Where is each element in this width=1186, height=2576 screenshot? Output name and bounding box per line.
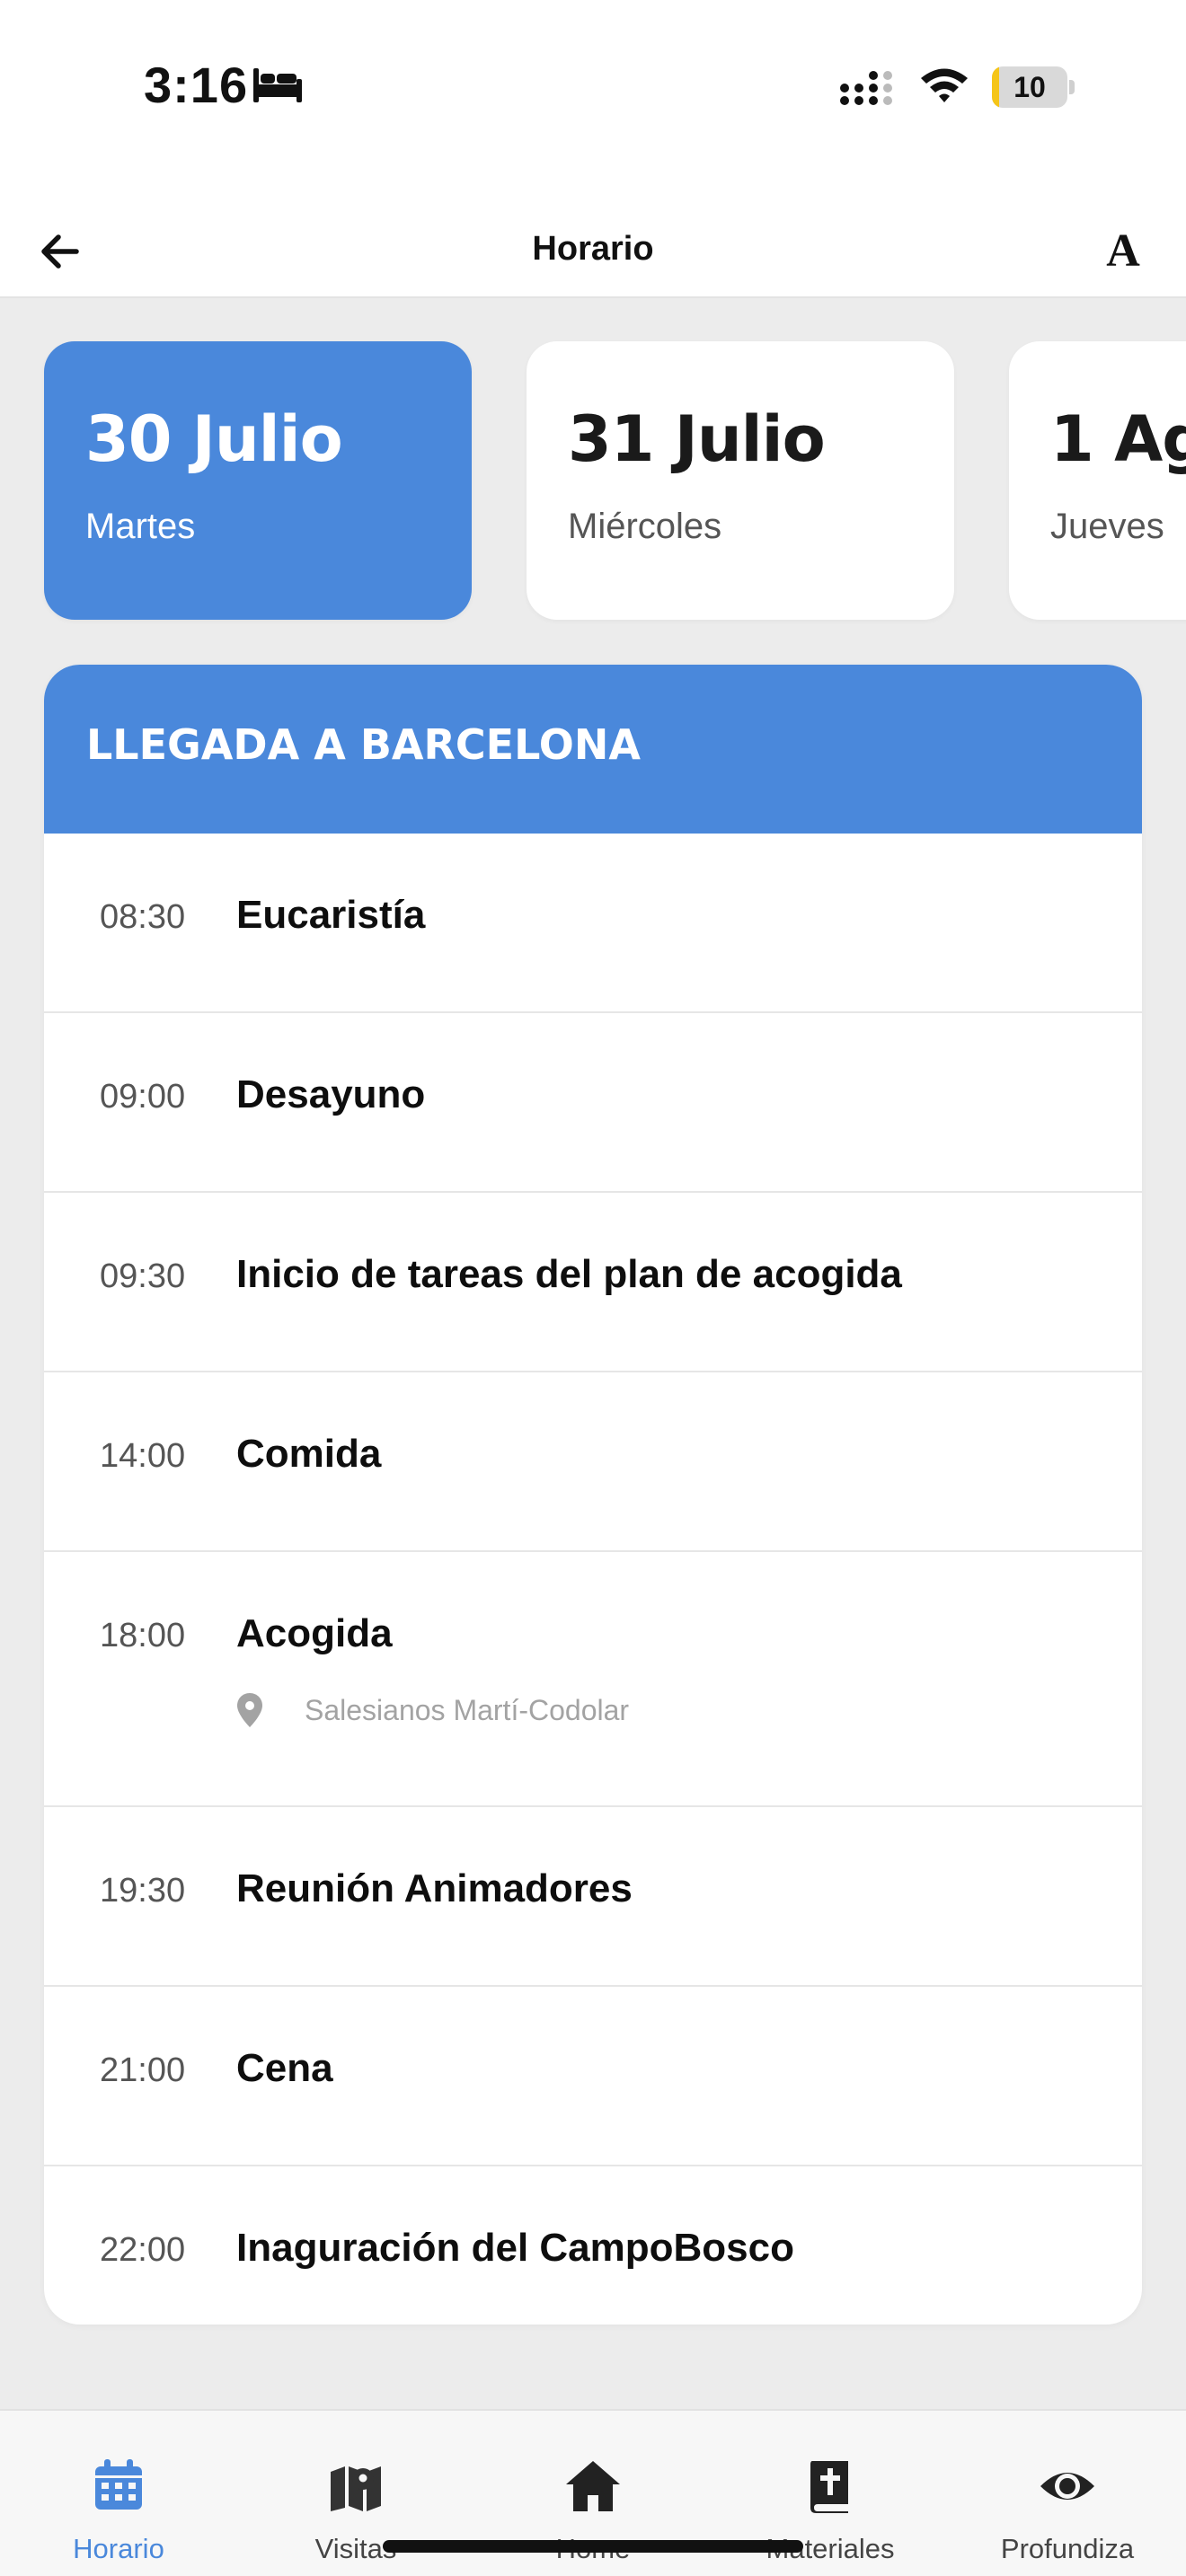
font-size-button[interactable]: A bbox=[1098, 225, 1148, 278]
event-name: Comida bbox=[236, 1432, 382, 1476]
day-weekday: Jueves bbox=[1050, 507, 1164, 546]
nav-label: Horario bbox=[73, 2533, 164, 2564]
event-row[interactable]: 21:00 Cena bbox=[44, 1987, 1142, 2166]
nav-item-profundiza[interactable]: Profundiza bbox=[949, 2411, 1186, 2576]
event-time: 09:30 bbox=[100, 1257, 186, 1295]
event-name: Reunión Animadores bbox=[236, 1866, 633, 1910]
event-row[interactable]: 14:00 Comida bbox=[44, 1372, 1142, 1552]
event-location[interactable]: Salesianos Martí-Codolar bbox=[236, 1690, 629, 1730]
event-time: 09:00 bbox=[100, 1078, 186, 1116]
event-name: Eucaristía bbox=[236, 893, 426, 937]
event-row[interactable]: 09:30 Inicio de tareas del plan de acogi… bbox=[44, 1193, 1142, 1372]
event-time: 08:30 bbox=[100, 898, 186, 936]
wifi-icon bbox=[921, 68, 968, 102]
day-card-1-agosto[interactable]: 1 Agosto Jueves bbox=[1009, 341, 1186, 620]
event-row[interactable]: 08:30 Eucaristía bbox=[44, 834, 1142, 1013]
eye-icon bbox=[1040, 2473, 1094, 2500]
day-weekday: Martes bbox=[85, 507, 196, 546]
bible-icon bbox=[810, 2461, 848, 2513]
day-date: 1 Agosto bbox=[1050, 402, 1186, 476]
day-card-31-julio[interactable]: 31 Julio Miércoles bbox=[527, 341, 954, 620]
nav-item-horario[interactable]: Horario bbox=[0, 2411, 237, 2576]
schedule-title: LLEGADA A BARCELONA bbox=[86, 720, 641, 769]
event-name: Desayuno bbox=[236, 1072, 426, 1116]
day-selector: 30 Julio Martes 31 Julio Miércoles 1 Ago… bbox=[0, 298, 1186, 640]
event-name: Inaguración del CampoBosco bbox=[236, 2226, 794, 2270]
calendar-icon bbox=[95, 2459, 142, 2510]
status-bar: 3:16 10 bbox=[0, 0, 1186, 180]
event-row[interactable]: 18:00 Acogida Salesianos Martí-Codolar bbox=[44, 1552, 1142, 1807]
event-name: Acogida bbox=[236, 1611, 393, 1655]
event-row[interactable]: 09:00 Desayuno bbox=[44, 1013, 1142, 1193]
event-row[interactable]: 22:00 Inaguración del CampoBosco bbox=[44, 2166, 1142, 2325]
map-icon bbox=[331, 2466, 381, 2511]
location-pin-icon bbox=[237, 1693, 262, 1727]
event-row[interactable]: 19:30 Reunión Animadores bbox=[44, 1807, 1142, 1987]
event-time: 18:00 bbox=[100, 1617, 186, 1654]
day-date: 30 Julio bbox=[85, 402, 343, 476]
event-name: Cena bbox=[236, 2046, 333, 2090]
status-time: 3:16 bbox=[144, 57, 249, 113]
battery-level: 10 bbox=[1013, 71, 1046, 103]
day-date: 31 Julio bbox=[568, 402, 826, 476]
event-time: 19:30 bbox=[100, 1872, 186, 1910]
home-icon bbox=[566, 2461, 620, 2511]
event-name: Inicio de tareas del plan de acogida bbox=[236, 1252, 902, 1296]
bed-icon bbox=[253, 68, 302, 102]
signal-icon bbox=[840, 71, 892, 105]
back-button[interactable] bbox=[32, 225, 86, 278]
location-text: Salesianos Martí-Codolar bbox=[305, 1693, 630, 1726]
arrow-left-icon bbox=[41, 234, 79, 269]
schedule-card: LLEGADA A BARCELONA 08:30 Eucaristía 09:… bbox=[44, 665, 1142, 2325]
battery-icon: 10 bbox=[992, 66, 1075, 108]
event-time: 22:00 bbox=[100, 2231, 186, 2269]
page-title: Horario bbox=[532, 230, 654, 268]
day-card-30-julio[interactable]: 30 Julio Martes bbox=[44, 341, 472, 620]
schedule-header: LLEGADA A BARCELONA bbox=[44, 665, 1142, 834]
event-time: 14:00 bbox=[100, 1437, 186, 1475]
event-time: 21:00 bbox=[100, 2051, 186, 2089]
home-indicator bbox=[383, 2540, 803, 2553]
day-weekday: Miércoles bbox=[568, 507, 722, 546]
nav-label: Profundiza bbox=[1000, 2533, 1135, 2564]
